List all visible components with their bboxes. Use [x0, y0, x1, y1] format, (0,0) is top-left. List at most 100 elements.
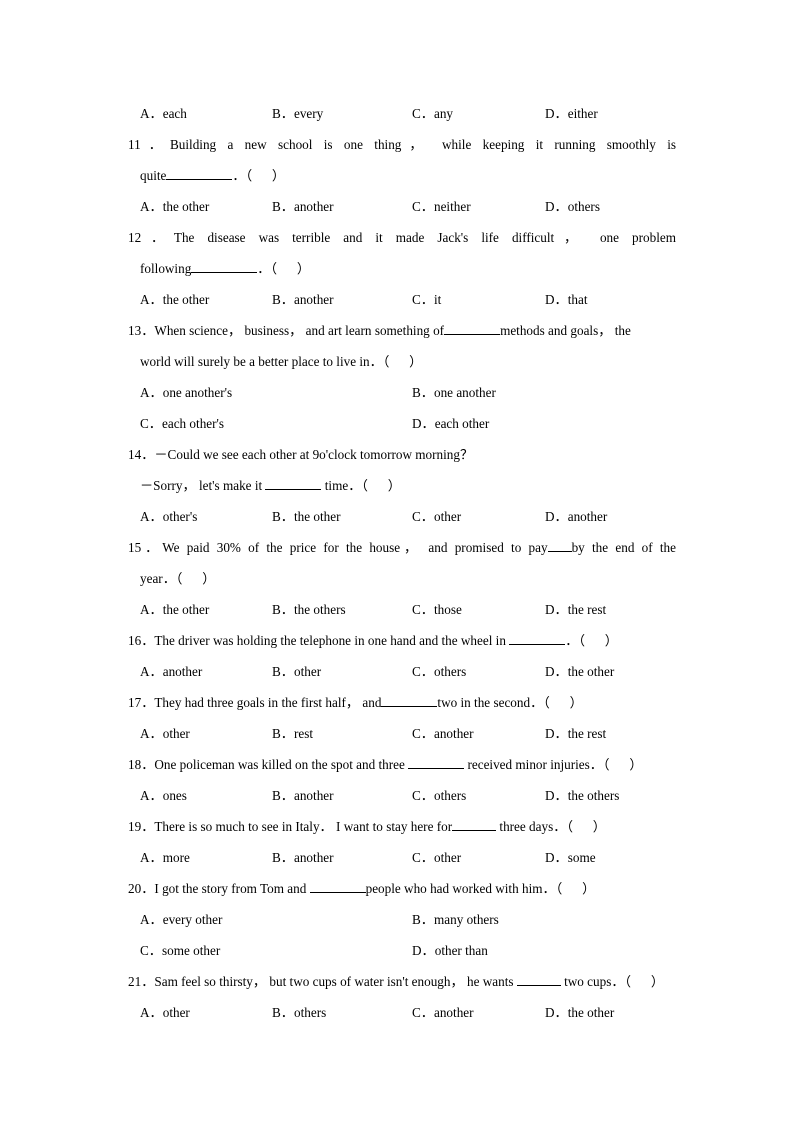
question-stem-line2: －Sorry， let's make it time．（ ） [128, 470, 690, 501]
option-a[interactable]: A．other [140, 718, 272, 749]
option-b-text: many others [433, 912, 499, 927]
answer-blank[interactable] [166, 167, 233, 180]
option-c[interactable]: C．others [412, 780, 545, 811]
stem-post: two cups．（ ） [560, 974, 665, 989]
stem-post: three days．（ ） [496, 819, 606, 834]
option-c[interactable]: C．those [412, 594, 545, 625]
option-c[interactable]: C．other [412, 501, 545, 532]
option-b[interactable]: B．another [272, 780, 412, 811]
answer-blank[interactable] [381, 694, 438, 707]
option-a[interactable]: A．other [140, 997, 272, 1028]
option-b[interactable]: B．another [272, 842, 412, 873]
option-row-2: C．some other D．other than [128, 935, 690, 966]
option-a[interactable]: A．every other [140, 904, 412, 935]
answer-blank[interactable] [516, 973, 561, 986]
option-row: A．other's B．the other C．other D．another [128, 501, 690, 532]
option-b-text: others [293, 1005, 327, 1020]
option-row: A．another B．other C．others D．the other [128, 656, 690, 687]
option-d[interactable]: D．either [545, 98, 598, 129]
option-a[interactable]: A．each [140, 98, 272, 129]
answer-blank[interactable] [408, 756, 465, 769]
option-a[interactable]: A．more [140, 842, 272, 873]
option-d[interactable]: D．that [545, 284, 588, 315]
option-c[interactable]: C．other [412, 842, 545, 873]
answer-blank[interactable] [547, 539, 572, 552]
option-b[interactable]: B．every [272, 98, 412, 129]
answer-blank[interactable] [265, 477, 322, 490]
answer-blank[interactable] [191, 260, 258, 273]
option-d-text: the rest [567, 726, 607, 741]
option-c[interactable]: C．it [412, 284, 545, 315]
option-a-text: one another's [162, 385, 233, 400]
stem-prefix: following [140, 261, 192, 276]
question-stem-line1: 11．Building a new school is one thing， w… [128, 129, 676, 160]
option-d-text: the other [567, 664, 615, 679]
option-a-text: the other [162, 199, 210, 214]
option-row: A．other B．others C．another D．the other [128, 997, 690, 1028]
option-a[interactable]: A．the other [140, 191, 272, 222]
option-b[interactable]: B．another [272, 284, 412, 315]
option-b[interactable]: B．other [272, 656, 412, 687]
question-stem-line1: 14．－Could we see each other at 9o'clock … [128, 439, 690, 470]
option-b[interactable]: B．rest [272, 718, 412, 749]
option-a-text: more [162, 850, 190, 865]
option-d[interactable]: D．another [545, 501, 607, 532]
option-b[interactable]: B．others [272, 997, 412, 1028]
option-a[interactable]: A．the other [140, 594, 272, 625]
option-d[interactable]: D．the rest [545, 718, 606, 749]
option-c[interactable]: C．others [412, 656, 545, 687]
question-stem-line1: 12．The disease was terrible and it made … [128, 222, 676, 253]
question-stem: 16．The driver was holding the telephone … [128, 625, 690, 656]
option-a[interactable]: A．another [140, 656, 272, 687]
question-stem: 17．They had three goals in the first hal… [128, 687, 690, 718]
option-b-text: the other [293, 509, 341, 524]
option-c[interactable]: C．another [412, 718, 545, 749]
option-b[interactable]: B．many others [412, 904, 499, 935]
question-block-q11: 11．Building a new school is one thing， w… [128, 129, 690, 222]
question-stem: 20．I got the story from Tom and people w… [128, 873, 690, 904]
option-d[interactable]: D．the other [545, 997, 614, 1028]
question-block-q16: 16．The driver was holding the telephone … [128, 625, 690, 687]
option-a-text: the other [162, 602, 210, 617]
option-c[interactable]: C．each other's [140, 408, 412, 439]
stem-post: received minor injuries．（ ） [464, 757, 643, 772]
option-b[interactable]: B．the others [272, 594, 412, 625]
option-b-text: every [293, 106, 324, 121]
option-row-2: C．each other's D．each other [128, 408, 690, 439]
answer-blank[interactable] [452, 818, 497, 831]
option-d[interactable]: D．the rest [545, 594, 606, 625]
option-d-text: another [567, 509, 608, 524]
option-a[interactable]: A．the other [140, 284, 272, 315]
option-c[interactable]: C．another [412, 997, 545, 1028]
answer-blank[interactable] [444, 322, 501, 335]
option-c-text: any [433, 106, 454, 121]
option-a[interactable]: A．other's [140, 501, 272, 532]
stem-pre: I got the story from Tom and [154, 881, 310, 896]
option-row: A．the other B．the others C．those D．the rest [128, 594, 690, 625]
option-c[interactable]: C．any [412, 98, 545, 129]
option-d[interactable]: D．other than [412, 935, 488, 966]
option-b-text: another [293, 199, 334, 214]
option-c[interactable]: C．some other [140, 935, 412, 966]
option-d[interactable]: D．the others [545, 780, 619, 811]
option-row-1: A．one another's B．one another [128, 377, 690, 408]
question-block-q21: 21．Sam feel so thirsty， but two cups of … [128, 966, 690, 1028]
question-number: 20． [128, 881, 155, 896]
question-stem-text: Building a new school is one thing， whil… [169, 137, 676, 152]
answer-blank[interactable] [509, 632, 566, 645]
option-b[interactable]: B．the other [272, 501, 412, 532]
option-row: A．more B．another C．other D．some [128, 842, 690, 873]
question-number: 19． [128, 819, 155, 834]
option-a[interactable]: A．ones [140, 780, 272, 811]
option-d-text: either [567, 106, 598, 121]
option-b[interactable]: B．one another [412, 377, 496, 408]
option-d[interactable]: D．the other [545, 656, 614, 687]
option-b[interactable]: B．another [272, 191, 412, 222]
option-d[interactable]: D．others [545, 191, 600, 222]
option-a-text: the other [162, 292, 210, 307]
answer-blank[interactable] [309, 880, 366, 893]
option-d[interactable]: D．some [545, 842, 596, 873]
option-a[interactable]: A．one another's [140, 377, 412, 408]
option-d[interactable]: D．each other [412, 408, 489, 439]
option-c[interactable]: C．neither [412, 191, 545, 222]
